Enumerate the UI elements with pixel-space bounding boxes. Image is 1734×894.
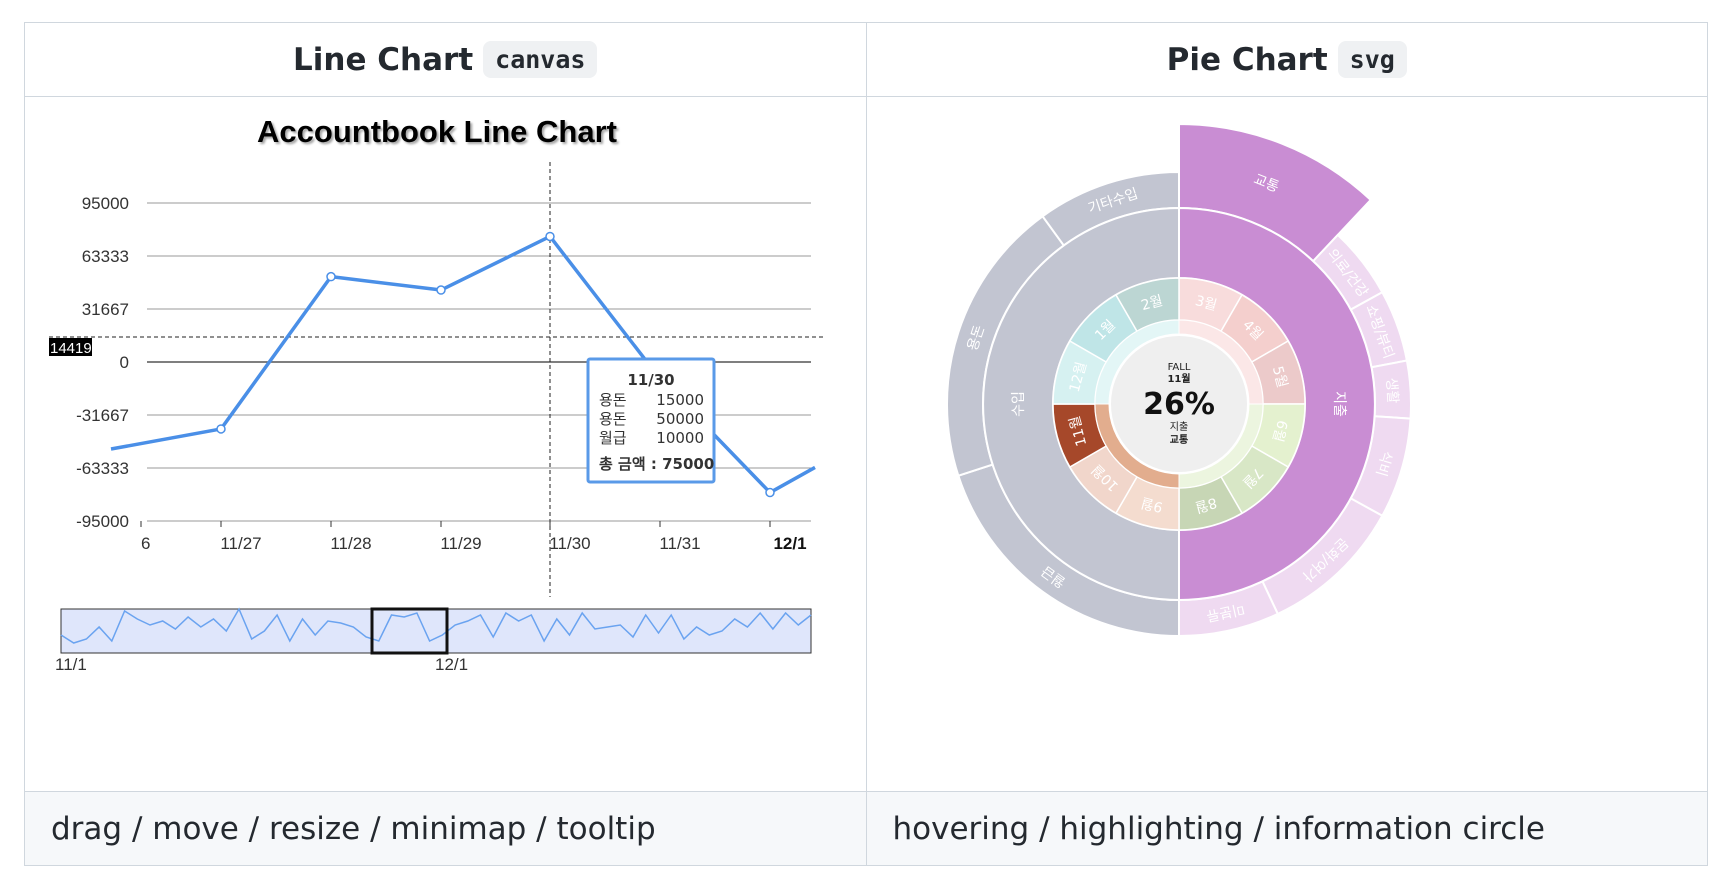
- pie-chart-caption: hovering / highlighting / information ci…: [865, 791, 1708, 866]
- x-tick-label: 11/27: [220, 534, 261, 553]
- tooltip-date: 11/30: [627, 371, 674, 389]
- tooltip-row-1-label: 용돈: [599, 391, 627, 409]
- x-tick-label: 12/1: [773, 534, 806, 553]
- line-chart-caption: drag / move / resize / minimap / tooltip: [24, 791, 867, 866]
- x-tick-label: 11/28: [330, 534, 371, 553]
- line-chart[interactable]: Accountbook Line Chart 95000 63333 31667 0 -…: [25, 97, 867, 791]
- pie-chart-heading: Pie Chart: [1166, 42, 1328, 78]
- y-tick-label: -95000: [76, 512, 129, 531]
- y-tick-label: 31667: [82, 300, 129, 319]
- readme-table: Line Chart canvas Pie Chart svg Accountboo…: [24, 22, 1708, 866]
- x-axis-ticks: 6 11/27 11/28 11/29 11/30 11/31 12/1: [140, 521, 807, 553]
- tooltip-row-3-value: 10000: [656, 429, 704, 447]
- data-point[interactable]: [545, 231, 555, 242]
- y-tick-label: -31667: [76, 406, 129, 425]
- pie-outer-label: 생활: [1382, 377, 1400, 404]
- pie-chart-header: Pie Chart svg: [865, 22, 1708, 97]
- hover-value-text: 14419: [50, 340, 92, 357]
- minimap-track: [60, 608, 812, 654]
- tooltip-row-2-value: 50000: [656, 410, 704, 428]
- tooltip-row-2-label: 용돈: [599, 410, 627, 428]
- svg-tag: svg: [1337, 41, 1407, 78]
- data-point[interactable]: [436, 285, 446, 295]
- line-chart-cell: Accountbook Line Chart 95000 63333 31667 0 -…: [24, 96, 867, 792]
- data-point[interactable]: [326, 271, 336, 282]
- pie-chart-cell: 교통 의료/건강 쇼핑/뷰티 생활 식비 문화/여가 미분류 월급 용돈 기타수입 지출 수입 3월…: [865, 96, 1709, 792]
- pie-middle-label: 지출: [1331, 391, 1347, 417]
- line-chart-title: Accountbook Line Chart: [257, 114, 617, 149]
- canvas-tag: canvas: [483, 41, 598, 78]
- y-tick-label: 0: [120, 353, 129, 372]
- data-point[interactable]: [216, 424, 226, 434]
- y-tick-label: -63333: [76, 459, 129, 478]
- pie-middle-label: 수입: [1011, 391, 1027, 417]
- tooltip: 11/30 용돈 15000 용돈 50000 월급 10000 총 금액 : …: [586, 357, 716, 484]
- info-kind: 지출: [1169, 421, 1187, 433]
- minimap-start-label: 11/1: [55, 655, 87, 674]
- line-chart-header: Line Chart canvas: [24, 22, 867, 97]
- minimap-mid-label: 12/1: [435, 655, 468, 674]
- y-tick-label: 63333: [82, 247, 129, 266]
- info-percent: 26%: [1143, 387, 1215, 422]
- y-tick-label: 95000: [82, 194, 129, 213]
- info-season: FALL: [1167, 362, 1190, 373]
- pie-chart[interactable]: 교통의료/건강쇼핑/뷰티생활식비문화/여가미분류월급용돈기타수입 지출수입 3월…: [867, 97, 1709, 791]
- tooltip-row-1-value: 15000: [656, 391, 704, 409]
- x-tick-label: 11/30: [549, 534, 590, 553]
- tooltip-total: 총 금액 : 75000: [599, 455, 714, 473]
- data-point[interactable]: [765, 487, 775, 498]
- y-axis-ticks: 95000 63333 31667 0 -31667 -63333 -95000: [76, 194, 129, 531]
- x-tick-label: 11/29: [440, 534, 481, 553]
- info-category: 교통: [1169, 434, 1187, 446]
- x-tick-label: 6: [141, 534, 150, 553]
- minimap[interactable]: 11/1 12/1: [55, 607, 812, 674]
- x-tick-label: 11/31: [659, 534, 700, 553]
- line-chart-heading: Line Chart: [293, 42, 474, 78]
- tooltip-row-3-label: 월급: [599, 429, 627, 447]
- info-month: 11월: [1167, 373, 1190, 385]
